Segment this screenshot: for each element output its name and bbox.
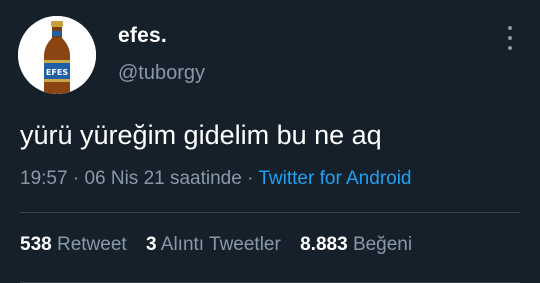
meta-separator: · xyxy=(67,168,85,189)
dot-icon xyxy=(508,26,512,30)
quote-tweet-count[interactable]: 3 Alıntı Tweetler xyxy=(146,234,281,255)
efes-beer-bottle-icon: EFES xyxy=(18,16,96,94)
stat-label: Retweet xyxy=(56,234,127,255)
tweet-stats: 538 Retweet 3 Alıntı Tweetler 8.883 Beğe… xyxy=(20,234,426,256)
avatar[interactable]: EFES xyxy=(18,16,96,94)
stat-number: 3 xyxy=(145,234,157,255)
stat-label: Beğeni xyxy=(352,234,413,255)
divider xyxy=(20,212,520,213)
tweet-card: EFES efes. @tuborgy yürü yüreğim gidelim… xyxy=(0,0,540,283)
like-count[interactable]: 8.883 Beğeni xyxy=(300,234,412,255)
stat-number: 8.883 xyxy=(300,234,348,255)
dot-icon xyxy=(508,36,512,40)
more-options-icon[interactable] xyxy=(503,26,517,50)
tweet-date[interactable]: 06 Nis 21 saatinde xyxy=(84,168,241,189)
tweet-meta: 19:57 · 06 Nis 21 saatinde · Twitter for… xyxy=(20,168,412,190)
avatar-label: EFES xyxy=(46,68,68,77)
tweet-time[interactable]: 19:57 xyxy=(20,168,68,189)
retweet-count[interactable]: 538 Retweet xyxy=(20,234,127,255)
stat-number: 538 xyxy=(20,234,52,255)
dot-icon xyxy=(508,46,512,50)
user-handle[interactable]: @tuborgy xyxy=(118,62,205,85)
stat-label: Alıntı Tweetler xyxy=(160,234,281,255)
tweet-source-link[interactable]: Twitter for Android xyxy=(258,168,411,189)
display-name[interactable]: efes. xyxy=(118,24,167,48)
tweet-text: yürü yüreğim gidelim bu ne aq xyxy=(20,120,382,150)
meta-separator: · xyxy=(241,168,259,189)
